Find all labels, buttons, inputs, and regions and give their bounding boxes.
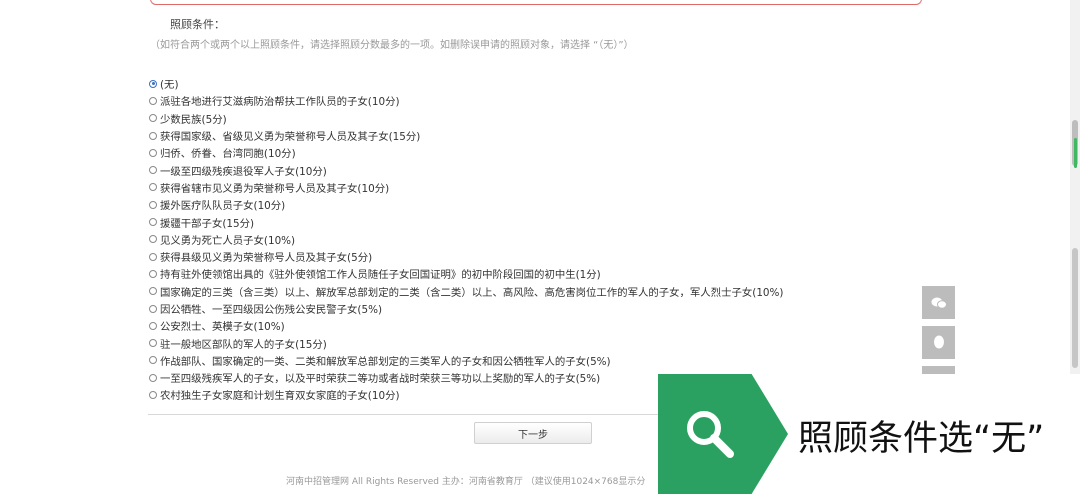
radio-button[interactable] (149, 304, 157, 313)
next-step-button[interactable]: 下一步 (474, 422, 592, 444)
option-label: 见义勇为死亡人员子女(10%) (160, 234, 296, 247)
conditions-title: 照顾条件： (170, 18, 225, 31)
option-label: 国家确定的三类（含三类）以上、解放军总部划定的二类（含二类）以上、高风险、高危害… (160, 286, 784, 299)
scrollbar-track-segment (1072, 248, 1078, 368)
scroll-indicator (1074, 138, 1077, 168)
option-label: 归侨、侨眷、台湾同胞(10分) (160, 148, 296, 161)
option-label: 派驻各地进行艾滋病防治帮扶工作队员的子女(10分) (160, 96, 400, 109)
caption-banner: 照顾条件选“无” (658, 374, 1080, 494)
radio-button[interactable] (149, 114, 157, 123)
radio-button[interactable] (149, 252, 157, 261)
condition-option[interactable]: 获得县级见义勇为荣誉称号人员及其子女(5分) (149, 248, 783, 265)
radio-button[interactable] (149, 96, 157, 105)
option-label: 获得省辖市见义勇为荣誉称号人员及其子女(10分) (160, 182, 390, 195)
radio-button[interactable] (149, 339, 157, 348)
option-label: 少数民族(5分) (160, 113, 227, 126)
condition-option[interactable]: 援外医疗队队员子女(10分) (149, 196, 783, 213)
condition-option[interactable]: 因公牺牲、一至四级因公伤残公安民警子女(5%) (149, 300, 783, 317)
radio-button[interactable] (149, 148, 157, 157)
condition-option[interactable]: 归侨、侨眷、台湾同胞(10分) (149, 144, 783, 161)
radio-button[interactable] (149, 287, 157, 296)
radio-button[interactable] (149, 166, 157, 175)
condition-option[interactable]: 作战部队、国家确定的一类、二类和解放军总部划定的三类军人的子女和因公牺牲军人的子… (149, 352, 783, 369)
option-label: 作战部队、国家确定的一类、二类和解放军总部划定的三类军人的子女和因公牺牲军人的子… (160, 355, 611, 368)
condition-option[interactable]: 派驻各地进行艾滋病防治帮扶工作队员的子女(10分) (149, 92, 783, 109)
radio-button[interactable] (149, 373, 157, 382)
qq-icon[interactable] (922, 326, 955, 359)
option-label: 援疆干部子女(15分) (160, 217, 255, 230)
condition-option[interactable]: 援疆干部子女(15分) (149, 213, 783, 230)
option-label: 农村独生子女家庭和计划生育双女家庭的子女(10分) (160, 390, 400, 403)
condition-option[interactable]: 见义勇为死亡人员子女(10%) (149, 231, 783, 248)
option-label: 援外医疗队队员子女(10分) (160, 200, 286, 213)
radio-button[interactable] (149, 200, 157, 209)
condition-option[interactable]: (无) (149, 75, 783, 92)
footer-text: 河南中招管理网 All Rights Reserved 主办：河南省教育厅 （建… (286, 477, 646, 487)
radio-button[interactable] (149, 390, 157, 399)
option-label: 持有驻外使领馆出具的《驻外使领馆工作人员随任子女回国证明》的初中阶段回国的初中生… (160, 269, 601, 282)
chat-icon[interactable] (922, 286, 955, 319)
condition-option[interactable]: 持有驻外使领馆出具的《驻外使领馆工作人员随任子女回国证明》的初中阶段回国的初中生… (149, 265, 783, 282)
option-label: 一级至四级残疾退役军人子女(10分) (160, 165, 327, 178)
condition-option[interactable]: 少数民族(5分) (149, 110, 783, 127)
previous-section-box (150, 0, 922, 5)
radio-button[interactable] (149, 321, 157, 330)
banner-caption: 照顾条件选“无” (798, 419, 1045, 459)
radio-button[interactable] (149, 79, 157, 88)
option-label: 驻一般地区部队的军人的子女(15分) (160, 338, 327, 351)
radio-button[interactable] (149, 235, 157, 244)
condition-option[interactable]: 国家确定的三类（含三类）以上、解放军总部划定的二类（含二类）以上、高风险、高危害… (149, 283, 783, 300)
condition-option[interactable]: 驻一般地区部队的军人的子女(15分) (149, 334, 783, 351)
radio-button[interactable] (149, 218, 157, 227)
option-label: 一至四级残疾军人的子女，以及平时荣获二等功或者战时荣获三等功以上奖励的军人的子女… (160, 373, 601, 386)
option-label: 因公牺牲、一至四级因公伤残公安民警子女(5%) (160, 304, 383, 316)
condition-option[interactable]: 获得省辖市见义勇为荣誉称号人员及其子女(10分) (149, 179, 783, 196)
radio-button[interactable] (149, 356, 157, 365)
option-label: 获得县级见义勇为荣誉称号人员及其子女(5分) (160, 252, 373, 265)
radio-button[interactable] (149, 269, 157, 278)
search-icon (682, 406, 738, 466)
condition-option[interactable]: 公安烈士、英模子女(10%) (149, 317, 783, 334)
radio-button[interactable] (149, 131, 157, 140)
option-label: (无) (160, 79, 179, 92)
option-label: 获得国家级、省级见义勇为荣誉称号人员及其子女(15分) (160, 131, 421, 144)
conditions-radio-group: (无) 派驻各地进行艾滋病防治帮扶工作队员的子女(10分) 少数民族(5分) 获得国家… (149, 75, 783, 404)
condition-option[interactable]: 一级至四级残疾退役军人子女(10分) (149, 161, 783, 178)
radio-button[interactable] (149, 183, 157, 192)
option-label: 公安烈士、英模子女(10%) (160, 321, 285, 334)
condition-option[interactable]: 获得国家级、省级见义勇为荣誉称号人员及其子女(15分) (149, 127, 783, 144)
conditions-note: （如符合两个或两个以上照顾条件，请选择照顾分数最多的一项。如删除误申请的照顾对象… (150, 40, 634, 51)
